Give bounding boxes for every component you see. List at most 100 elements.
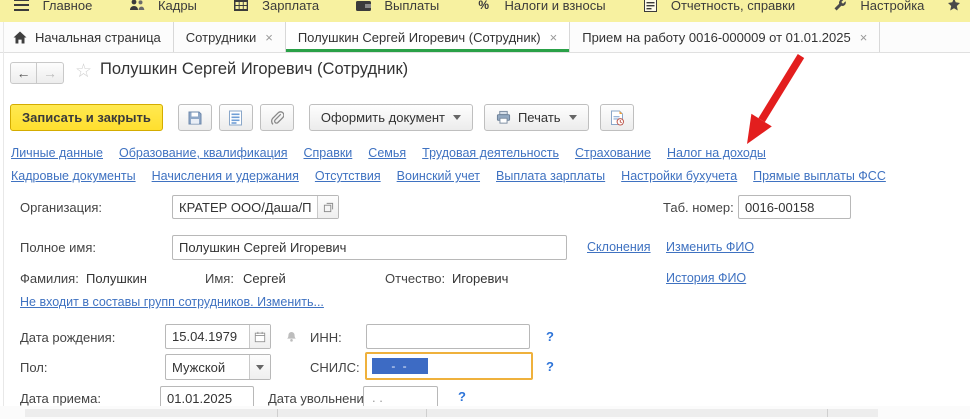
inn-field[interactable] (366, 324, 530, 349)
fio-history-link[interactable]: История ФИО (666, 271, 746, 285)
tab-number-input[interactable] (739, 196, 850, 218)
wrench-icon (832, 0, 848, 13)
chevron-down-icon[interactable] (249, 355, 270, 379)
menu-item-payments[interactable]: Выплаты (380, 0, 443, 13)
bottom-clipped-panel (0, 406, 970, 419)
employee-groups-link[interactable]: Не входит в составы групп сотрудников. И… (20, 295, 324, 309)
hire-date-label: Дата приема: (20, 391, 101, 406)
snils-field[interactable]: - - (365, 352, 533, 380)
surname-value: Полушкин (86, 271, 147, 286)
snils-selected-text: - - (372, 358, 428, 374)
star-icon[interactable] (946, 0, 962, 13)
menu-item-staff[interactable]: Кадры (154, 0, 201, 13)
link-family[interactable]: Семья (368, 146, 406, 160)
inn-input[interactable] (367, 325, 529, 348)
inn-label: ИНН: (310, 330, 342, 345)
snils-help-icon[interactable]: ? (546, 359, 554, 374)
calendar-icon[interactable] (249, 325, 270, 348)
link-education[interactable]: Образование, квалификация (119, 146, 288, 160)
save-button[interactable] (178, 104, 212, 131)
red-annotation-arrow (735, 52, 813, 152)
tab-number-label: Таб. номер: (663, 200, 734, 215)
change-fio-link[interactable]: Изменить ФИО (666, 240, 754, 254)
create-document-button[interactable]: Оформить документ (309, 104, 473, 131)
tab-employees[interactable]: Сотрудники × (174, 22, 286, 52)
gender-select[interactable] (165, 354, 271, 380)
link-personal-data[interactable]: Личные данные (11, 146, 103, 160)
paperclip-icon (269, 110, 285, 126)
tab-bar-empty-space (880, 22, 970, 52)
tab-label: Начальная страница (35, 30, 161, 45)
window-left-edge (3, 22, 4, 406)
change-history-button[interactable] (600, 104, 634, 131)
birth-date-field[interactable] (165, 324, 271, 349)
link-absences[interactable]: Отсутствия (315, 169, 381, 183)
close-icon[interactable]: × (860, 30, 868, 45)
menu-item-settings[interactable]: Настройка (856, 0, 928, 13)
close-icon[interactable]: × (265, 30, 273, 45)
section-links-row-2: Кадровые документы Начисления и удержани… (11, 169, 886, 183)
forward-button[interactable]: → (37, 62, 64, 84)
menu-item-main[interactable]: Главное (39, 0, 97, 13)
hamburger-icon[interactable] (14, 0, 30, 13)
tab-number-field[interactable] (738, 195, 851, 219)
printer-icon (496, 110, 512, 126)
birth-date-input[interactable] (166, 325, 249, 348)
gender-label: Пол: (20, 360, 48, 375)
link-hr-documents[interactable]: Кадровые документы (11, 169, 136, 183)
menu-item-reports[interactable]: Отчетность, справки (667, 0, 799, 13)
link-income-tax[interactable]: Налог на доходы (667, 146, 766, 160)
reread-button[interactable] (219, 104, 253, 131)
inn-help-icon[interactable]: ? (546, 329, 554, 344)
organization-field[interactable] (172, 195, 339, 219)
link-salary-payment[interactable]: Выплата зарплаты (496, 169, 605, 183)
bell-icon[interactable] (283, 329, 299, 345)
full-name-input[interactable] (173, 236, 566, 259)
attachments-button[interactable] (260, 104, 294, 131)
gender-input[interactable] (166, 355, 249, 379)
dismissal-help-icon[interactable]: ? (458, 389, 466, 404)
tab-employee-card[interactable]: Полушкин Сергей Игоревич (Сотрудник) × (286, 22, 570, 52)
bottom-panel-bar (25, 409, 878, 417)
home-icon (12, 29, 28, 45)
declension-link[interactable]: Склонения (587, 240, 651, 254)
tab-label: Полушкин Сергей Игоревич (Сотрудник) (298, 30, 541, 45)
save-and-close-button[interactable]: Записать и закрыть (10, 104, 163, 131)
organization-label: Организация: (20, 200, 102, 215)
link-accruals-deductions[interactable]: Начисления и удержания (152, 169, 299, 183)
open-icon[interactable] (317, 196, 338, 218)
close-icon[interactable]: × (550, 30, 558, 45)
patronymic-label: Отчество: (385, 271, 445, 286)
chevron-down-icon (453, 115, 461, 120)
link-certificates[interactable]: Справки (304, 146, 353, 160)
report-icon (642, 0, 658, 13)
menu-item-taxes[interactable]: Налоги и взносы (501, 0, 610, 13)
print-button[interactable]: Печать (484, 104, 589, 131)
link-direct-fss-payments[interactable]: Прямые выплаты ФСС (753, 169, 886, 183)
main-menu-bar: Главное Кадры Зарплата Выплаты % Налоги … (0, 0, 970, 22)
tab-label: Прием на работу 0016-000009 от 01.01.202… (582, 30, 851, 45)
link-insurance[interactable]: Страхование (575, 146, 651, 160)
list-icon (228, 110, 244, 126)
link-military-record[interactable]: Воинский учет (397, 169, 480, 183)
wallet-icon (356, 0, 372, 13)
back-button[interactable]: ← (10, 62, 37, 84)
full-name-field[interactable] (172, 235, 567, 260)
percent-icon: % (476, 0, 492, 13)
patronymic-value: Игоревич (452, 271, 508, 286)
name-value: Сергей (243, 271, 286, 286)
link-work-activity[interactable]: Трудовая деятельность (422, 146, 559, 160)
birth-date-label: Дата рождения: (20, 330, 115, 345)
tab-hiring-document[interactable]: Прием на работу 0016-000009 от 01.01.202… (570, 22, 880, 52)
table-icon (234, 0, 250, 13)
employee-card-window: Главное Кадры Зарплата Выплаты % Налоги … (0, 0, 970, 419)
tab-bar: Начальная страница Сотрудники × Полушкин… (0, 22, 970, 53)
link-accounting-settings[interactable]: Настройки бухучета (621, 169, 737, 183)
menu-item-salary[interactable]: Зарплата (258, 0, 323, 13)
snils-label: СНИЛС: (310, 360, 360, 375)
organization-input[interactable] (173, 196, 317, 218)
tab-home[interactable]: Начальная страница (0, 22, 174, 52)
floppy-icon (187, 110, 203, 126)
favorite-star-icon[interactable]: ☆ (75, 60, 92, 83)
surname-label: Фамилия: (20, 271, 79, 286)
